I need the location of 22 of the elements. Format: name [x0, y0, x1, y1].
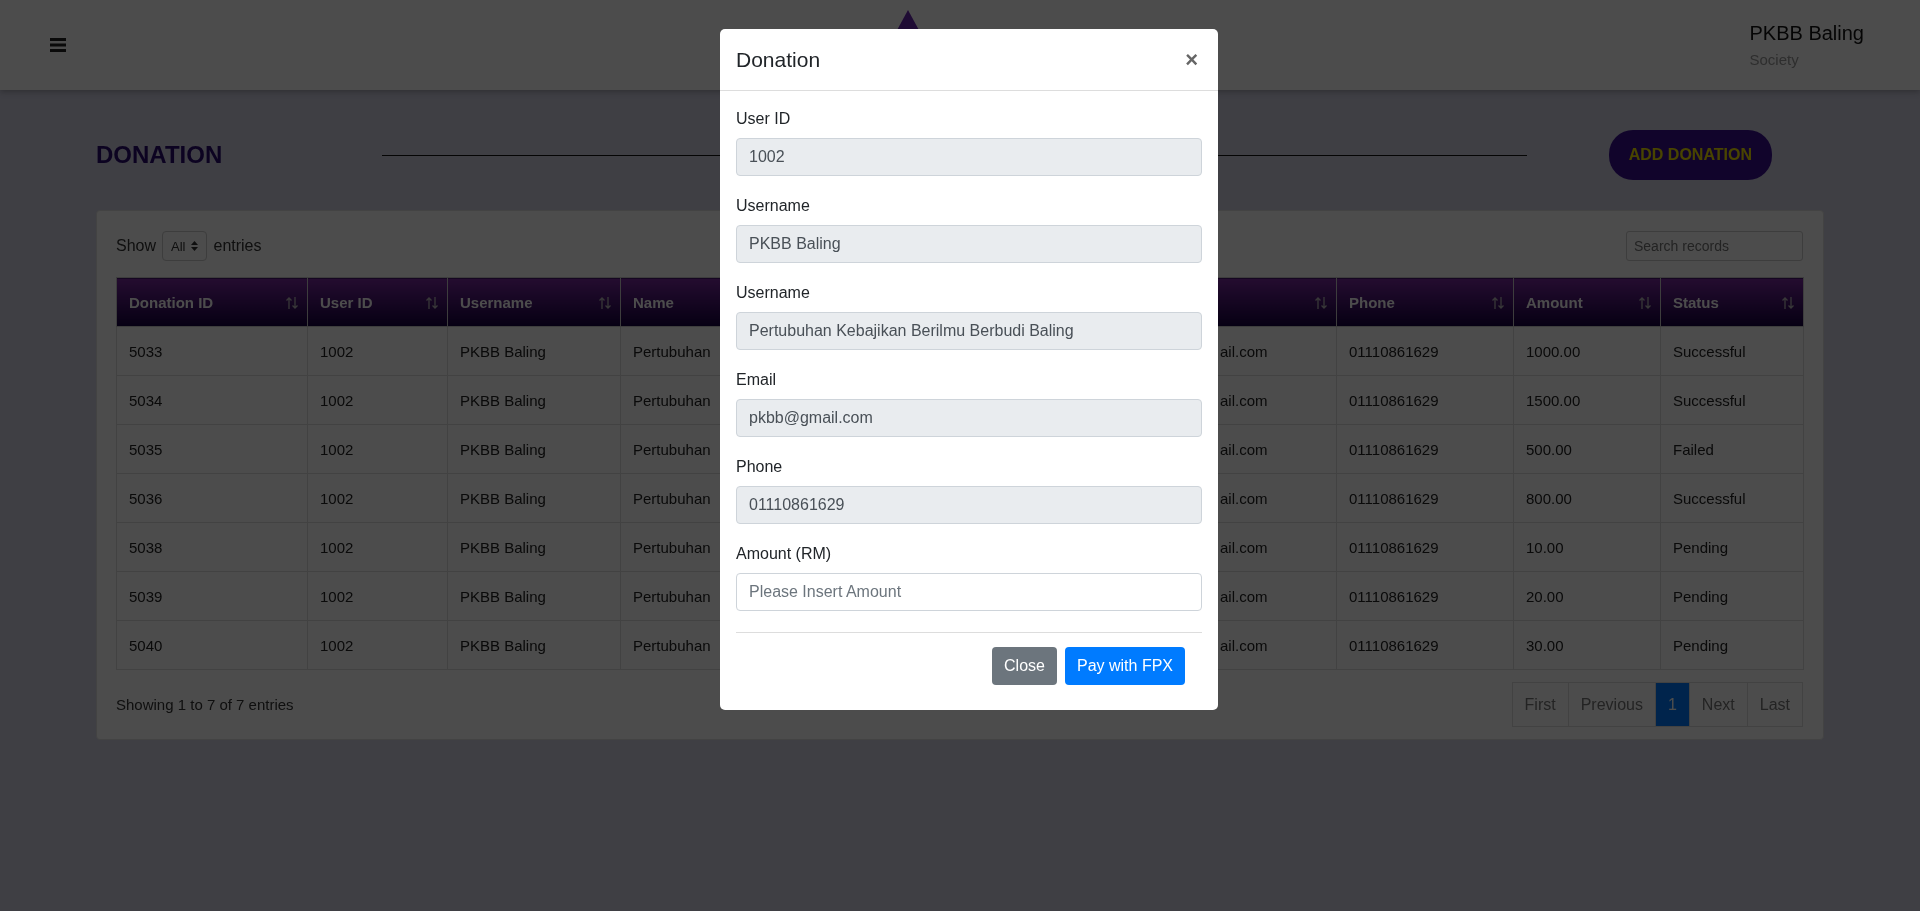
field-label: Phone: [736, 458, 784, 476]
column-header-label: User ID: [320, 293, 373, 311]
show-label: Show: [116, 237, 157, 255]
column-header-label: Name: [633, 293, 674, 311]
field-label: Amount (RM): [736, 545, 833, 563]
column-header-label: Status: [1673, 293, 1719, 311]
table-info: Showing 1 to 7 of 7 entries: [116, 696, 294, 713]
page-title: DONATION: [96, 141, 223, 169]
column-header-label: Phone: [1349, 293, 1395, 311]
pay-button[interactable]: Pay with FPX: [1064, 647, 1185, 685]
close-button[interactable]: ×: [1181, 46, 1202, 73]
field-label: Username: [736, 284, 811, 302]
user-name: PKBB Baling: [1749, 22, 1864, 45]
column-header-label: Amount: [1526, 293, 1583, 311]
dialog-title: Donation: [736, 47, 821, 72]
field-label: Username: [736, 197, 811, 215]
field-label: User ID: [736, 110, 792, 128]
input-field[interactable]: Please Insert Amount: [736, 573, 1202, 611]
column-header-label: Username: [460, 293, 533, 311]
close-dialog-button[interactable]: Close: [992, 647, 1057, 685]
entries-label: entries: [213, 237, 262, 255]
column-header-label: Donation ID: [129, 293, 214, 311]
